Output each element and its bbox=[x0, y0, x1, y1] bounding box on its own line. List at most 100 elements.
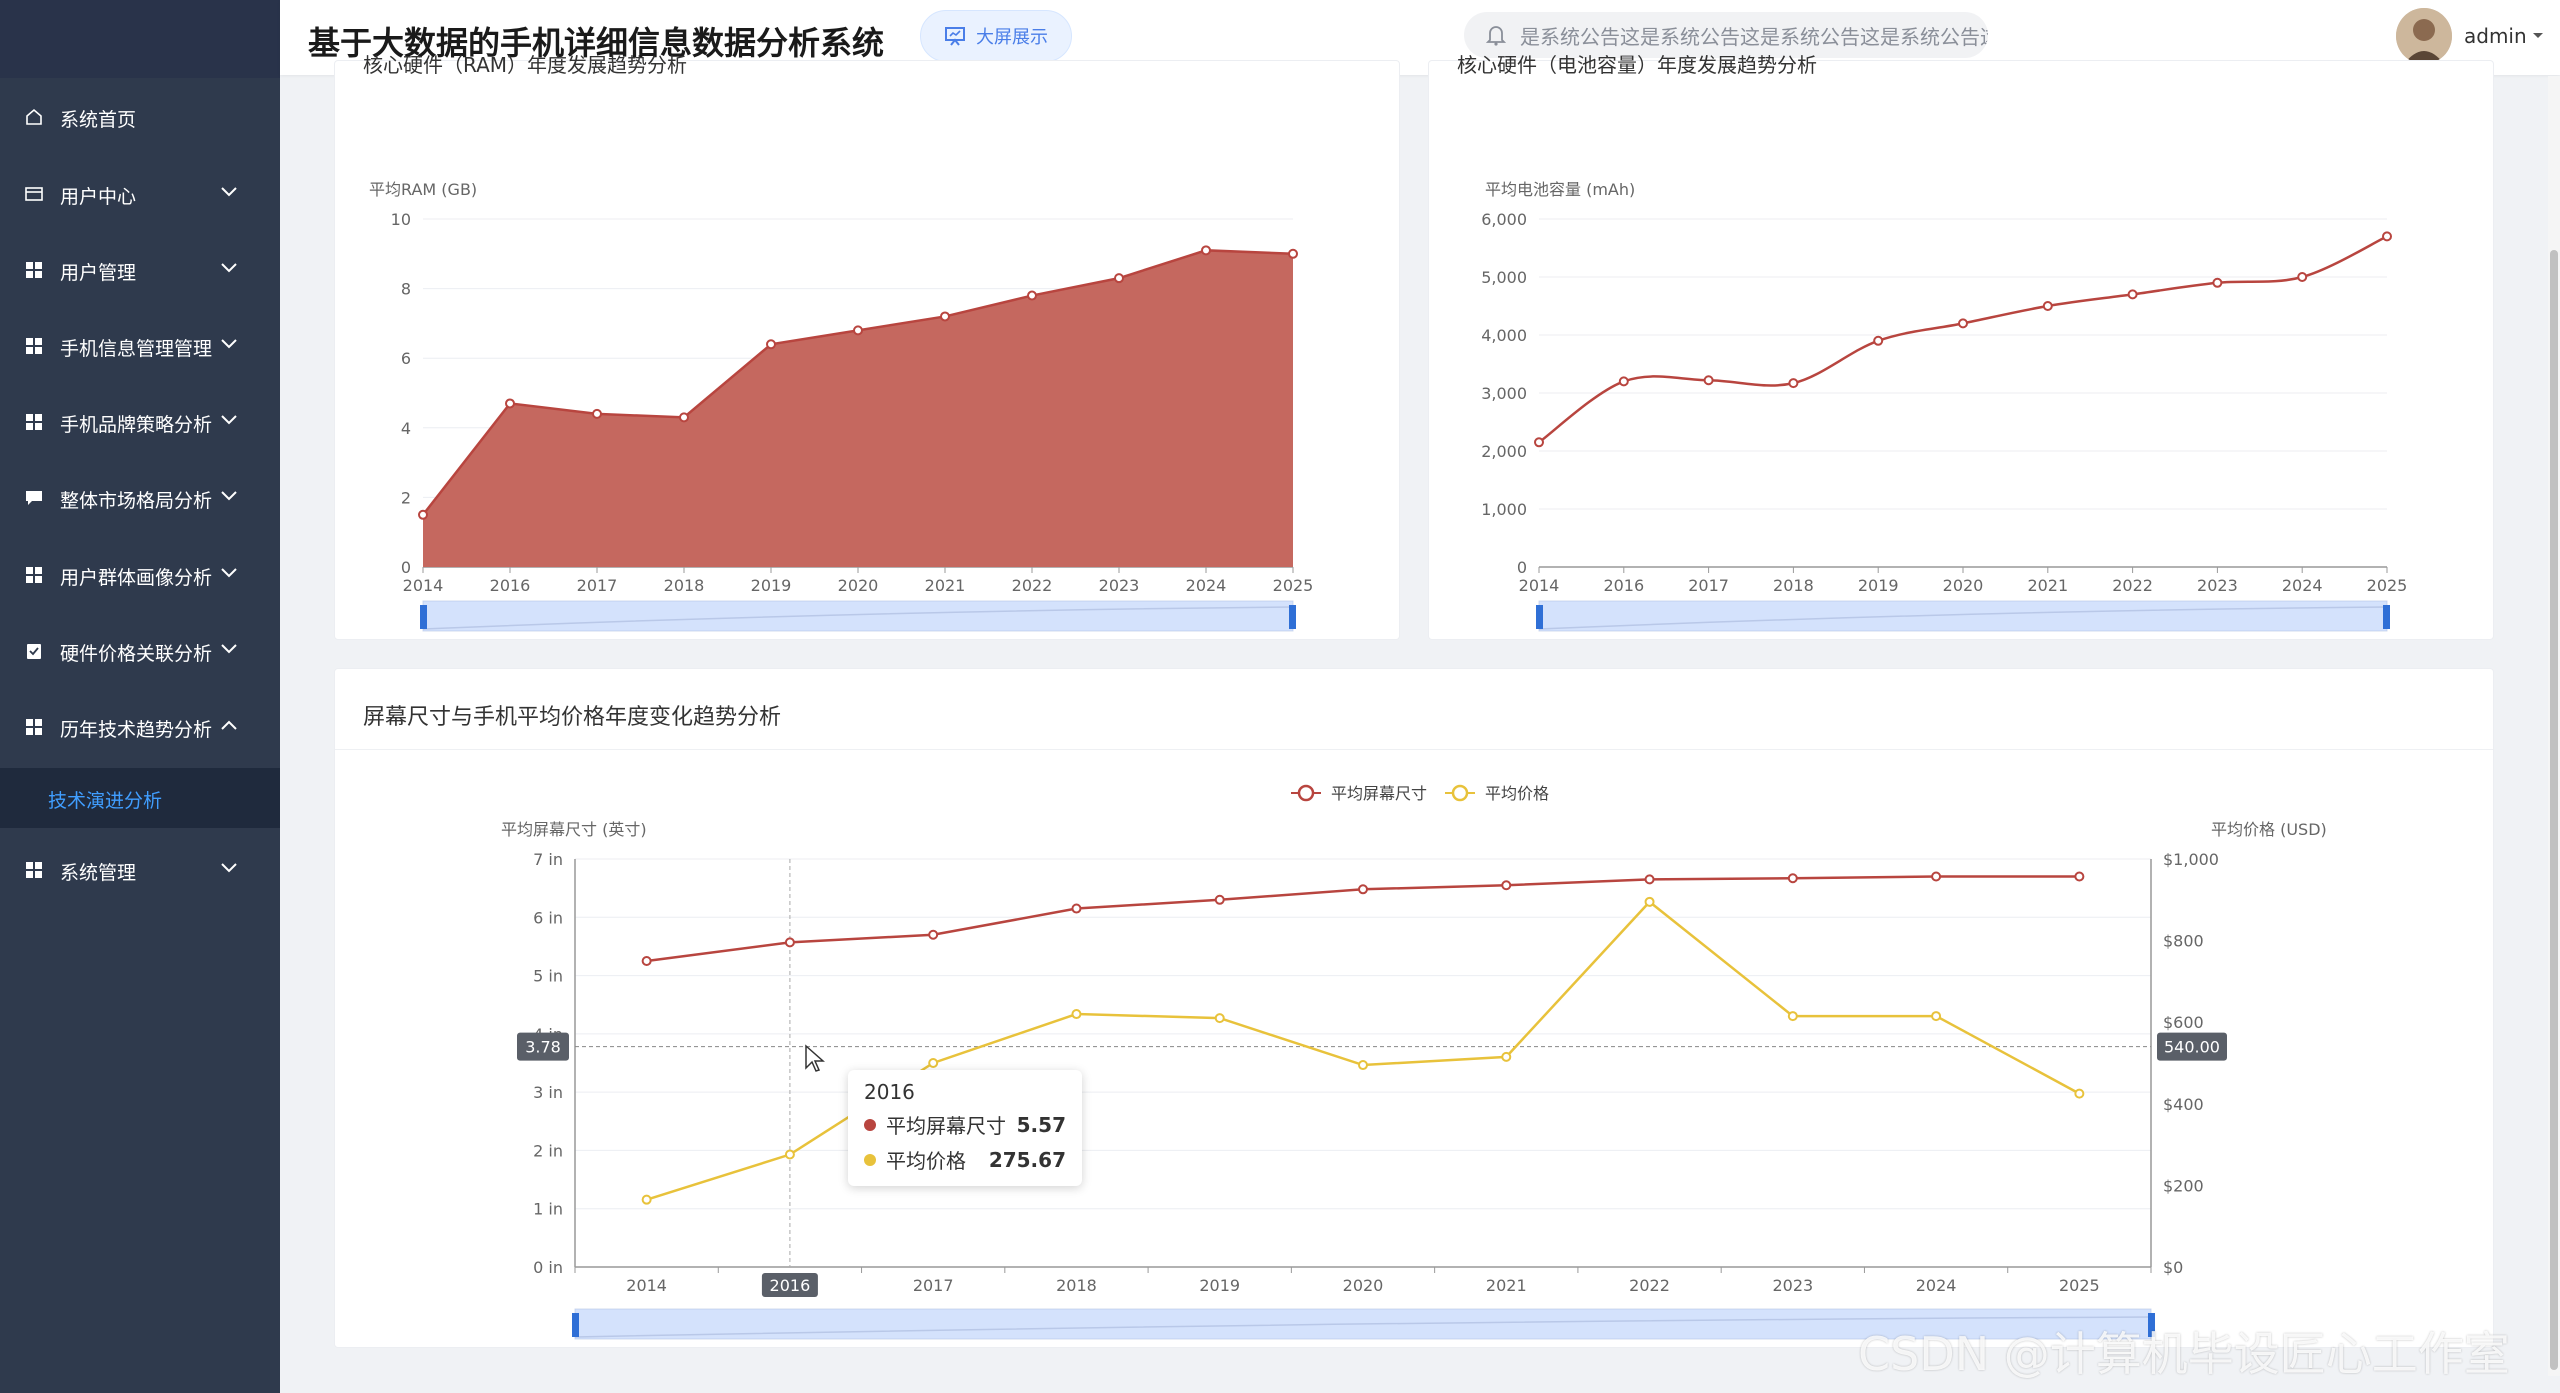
data-point-screen bbox=[1931, 871, 1942, 882]
x-tick-label: 2022 bbox=[1629, 1276, 1670, 1295]
data-point-price bbox=[928, 1058, 939, 1068]
sidebar-item-label: 整体市场格局分析 bbox=[60, 490, 213, 512]
caret-down-icon[interactable] bbox=[2532, 32, 2544, 40]
presentation-icon bbox=[945, 27, 965, 46]
data-point bbox=[679, 412, 689, 423]
battery-chart-card: 核心硬件（电池容量）年度发展趋势分析 平均电池容量 (mAh) 0 1,000 2,0… bbox=[1428, 53, 2494, 640]
y-tick-label-right: $200 bbox=[2163, 1176, 2204, 1195]
sidebar-item[interactable]: 历年技术趋势分析 bbox=[0, 707, 280, 747]
x-tick-label: 2014 bbox=[1519, 576, 1560, 595]
zoom-selection bbox=[1539, 601, 2387, 631]
data-point-price bbox=[1071, 1009, 1082, 1020]
sidebar-item[interactable]: 手机信息管理管理 bbox=[0, 326, 280, 366]
y-tick-label: 1,000 bbox=[1481, 500, 1527, 519]
sidebar-item-label: 用户管理 bbox=[60, 262, 137, 284]
mouse-cursor-icon bbox=[805, 1044, 825, 1072]
user-avatar-icon bbox=[2396, 8, 2452, 64]
sidebar-item[interactable]: 系统首页 bbox=[0, 97, 280, 137]
chevron-down-icon bbox=[221, 187, 237, 197]
y-tick-label: 4 bbox=[401, 419, 411, 438]
sidebar-item[interactable]: 手机品牌策略分析 bbox=[0, 402, 280, 442]
y-tick-label-right: $800 bbox=[2163, 932, 2204, 951]
avatar[interactable] bbox=[2396, 8, 2452, 64]
data-point-screen bbox=[1644, 874, 1655, 885]
sidebar-item[interactable]: 硬件价格关联分析 bbox=[0, 631, 280, 671]
ram-area-chart: 平均RAM (GB) 0 2 4 6 8 10 2014 2016 2017 2018 2019 202… bbox=[369, 180, 1314, 632]
sidebar-item-label: 手机品牌策略分析 bbox=[60, 414, 213, 436]
sidebar-logo-area bbox=[0, 0, 280, 78]
sidebar-item[interactable]: 用户管理 bbox=[0, 250, 280, 290]
data-point-screen bbox=[641, 956, 652, 966]
data-point bbox=[418, 509, 428, 520]
legend-label: 平均价格 bbox=[1485, 784, 1549, 803]
x-tick-label: 2021 bbox=[925, 576, 966, 595]
data-point bbox=[766, 339, 776, 350]
data-point bbox=[2042, 301, 2053, 311]
card-icon bbox=[25, 187, 43, 201]
zoom-handle-right bbox=[2383, 605, 2390, 629]
data-point bbox=[1534, 437, 1544, 448]
sidebar-item[interactable]: 用户群体画像分析 bbox=[0, 555, 280, 595]
username[interactable]: admin bbox=[2464, 24, 2527, 48]
legend-label: 平均屏幕尺寸 bbox=[1331, 784, 1427, 803]
chevron-down-icon bbox=[221, 263, 237, 273]
data-point-screen bbox=[784, 937, 795, 948]
x-tick-label: 2021 bbox=[2027, 576, 2068, 595]
x-tick-label: 2022 bbox=[1012, 576, 1053, 595]
x-tick-label: 2025 bbox=[2367, 576, 2408, 595]
chevron-down-icon bbox=[221, 568, 237, 578]
data-point-screen bbox=[1358, 884, 1368, 895]
y-tick-label: 3,000 bbox=[1481, 384, 1527, 403]
x-tick-label: 2025 bbox=[1273, 576, 1314, 595]
sidebar-item-label: 系统管理 bbox=[60, 862, 137, 884]
x-tick-label: 2025 bbox=[2059, 1276, 2100, 1295]
sidebar-item-label: 系统首页 bbox=[60, 109, 137, 131]
data-point-price bbox=[1787, 1011, 1798, 1022]
x-tick-label: 2020 bbox=[838, 576, 879, 595]
y-tick-label-right: $1,000 bbox=[2163, 850, 2219, 869]
x-tick-label: 2023 bbox=[2197, 576, 2238, 595]
screen-price-chart-card: 屏幕尺寸与手机平均价格年度变化趋势分析 平均屏幕尺寸 平均价格 平均屏幕尺寸 (英寸… bbox=[334, 668, 2494, 1348]
data-point bbox=[2212, 277, 2223, 288]
scrollbar-thumb[interactable] bbox=[2550, 250, 2558, 1370]
x-tick-label: 2018 bbox=[1773, 576, 1814, 595]
y-tick-label: 8 bbox=[401, 280, 411, 299]
sidebar-item[interactable]: 整体市场格局分析 bbox=[0, 478, 280, 518]
x-tick-label: 2019 bbox=[1199, 1276, 1240, 1295]
y-tick-label: 5,000 bbox=[1481, 268, 1527, 287]
data-point bbox=[2382, 231, 2392, 242]
battery-line-chart: 平均电池容量 (mAh) 0 1,000 2,000 3,000 4,000 5,000 6,… bbox=[1481, 180, 2408, 632]
y-tick-label-left: 5 in bbox=[533, 967, 563, 986]
x-tick-label: 2016 bbox=[490, 576, 531, 595]
chevron-up-icon bbox=[221, 720, 237, 730]
data-point-screen bbox=[1787, 873, 1798, 884]
zoom-handle-left bbox=[572, 1313, 579, 1337]
bell-icon bbox=[1486, 26, 1506, 46]
sidebar-item[interactable]: 系统管理 bbox=[0, 850, 280, 890]
zoom-selection bbox=[423, 601, 1293, 631]
tooltip-title: 2016 bbox=[864, 1080, 915, 1104]
x-tick-label: 2017 bbox=[913, 1276, 954, 1295]
x-tick-label: 2023 bbox=[1772, 1276, 1813, 1295]
x-tick-label: 2022 bbox=[2112, 576, 2153, 595]
sidebar-item-label: 用户群体画像分析 bbox=[60, 567, 213, 589]
y-tick-label: 10 bbox=[391, 210, 411, 229]
x-tick-label: 2017 bbox=[1688, 576, 1729, 595]
notice-text: 是系统公告这是系统公告这是系统公告这是系统公告这是系统公告 bbox=[1520, 24, 1988, 49]
zoom-handle-right bbox=[1289, 605, 1296, 629]
submenu-item-tech-evolution[interactable]: 技术演进分析 bbox=[48, 786, 162, 813]
bigscreen-button[interactable]: 大屏展示 bbox=[920, 10, 1072, 62]
tooltip-series-value: 275.67 bbox=[988, 1147, 1066, 1172]
sidebar-item[interactable]: 用户中心 bbox=[0, 174, 280, 214]
screen-price-line-chart: 平均屏幕尺寸 平均价格平均屏幕尺寸 (英寸) 平均价格 (USD)0 in1 in2… bbox=[501, 784, 2327, 1340]
data-point-price bbox=[641, 1194, 652, 1205]
chevron-down-icon bbox=[221, 339, 237, 349]
y-tick-label-right: $400 bbox=[2163, 1095, 2204, 1114]
data-point bbox=[1788, 378, 1799, 389]
y-tick-label-left: 2 in bbox=[533, 1141, 563, 1160]
y-tick-label-left: 6 in bbox=[533, 908, 563, 927]
grid-icon bbox=[26, 567, 42, 583]
x-tick-label: 2024 bbox=[2282, 576, 2323, 595]
data-point-price bbox=[1931, 1011, 1942, 1022]
chat-icon bbox=[26, 491, 42, 505]
